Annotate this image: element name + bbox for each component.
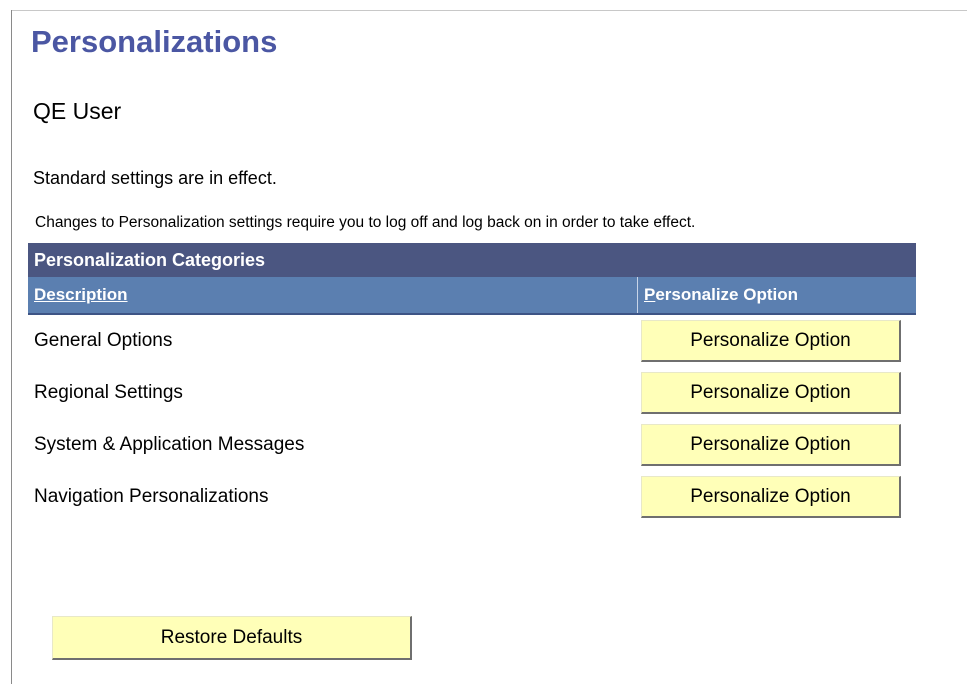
table-row: System & Application Messages Personaliz… <box>28 419 916 471</box>
settings-status-text: Standard settings are in effect. <box>33 168 277 188</box>
personalize-option-button-system-messages[interactable]: Personalize Option <box>641 424 901 466</box>
user-name: QE User <box>33 98 122 124</box>
category-description: General Options <box>34 330 173 351</box>
personalize-option-button-regional-settings[interactable]: Personalize Option <box>641 372 901 414</box>
personalize-option-column-header: Personalize Option <box>637 277 916 313</box>
column-header-accesskey: P <box>644 285 656 304</box>
table-row: Regional Settings Personalize Option <box>28 367 916 419</box>
personalize-option-button-general-options[interactable]: Personalize Option <box>641 320 901 362</box>
personalize-option-button-navigation[interactable]: Personalize Option <box>641 476 901 518</box>
page-title: Personalizations <box>31 24 278 59</box>
category-description: Regional Settings <box>34 382 183 403</box>
description-column-header[interactable]: Description <box>28 277 637 313</box>
grid-title: Personalization Categories <box>28 243 916 277</box>
table-row: Navigation Personalizations Personalize … <box>28 471 916 523</box>
restore-defaults-button[interactable]: Restore Defaults <box>52 616 412 660</box>
column-header-label-rest: ersonalize Option <box>655 285 798 304</box>
page-frame-left-border <box>11 10 12 684</box>
page-frame-top-border <box>11 10 967 11</box>
category-description: System & Application Messages <box>34 434 305 455</box>
logoff-notice-text: Changes to Personalization settings requ… <box>35 214 696 231</box>
table-row: General Options Personalize Option <box>28 315 916 367</box>
category-description: Navigation Personalizations <box>34 486 269 507</box>
personalization-categories-grid: Personalization Categories Description P… <box>28 243 916 523</box>
grid-column-header-row: Description Personalize Option <box>28 277 916 315</box>
